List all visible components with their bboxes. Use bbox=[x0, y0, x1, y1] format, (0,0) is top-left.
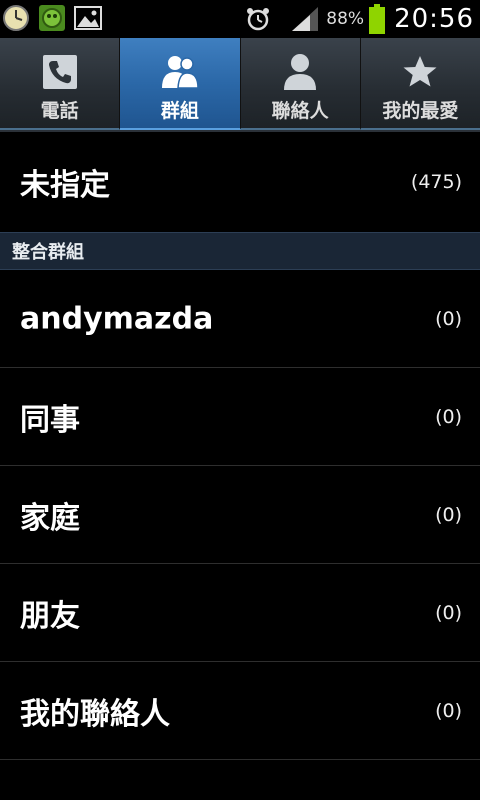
clock-time: 20:56 bbox=[394, 4, 474, 34]
group-count: (0) bbox=[435, 307, 462, 330]
group-list: 未指定 (475) 整合群組 andymazda (0) 同事 (0) 家庭 (… bbox=[0, 132, 480, 760]
tab-favorites[interactable]: 我的最愛 bbox=[360, 38, 480, 130]
group-count: (0) bbox=[435, 503, 462, 526]
group-name: 未指定 bbox=[20, 168, 110, 203]
group-name: 家庭 bbox=[20, 500, 80, 536]
star-icon bbox=[403, 56, 437, 87]
contact-icon bbox=[284, 54, 317, 90]
section-header: 整合群組 bbox=[0, 232, 480, 270]
section-header-label: 整合群組 bbox=[12, 242, 84, 263]
group-name: andymazda bbox=[20, 301, 214, 336]
status-bar: 88% 20:56 bbox=[0, 0, 480, 38]
list-item[interactable]: 我的聯絡人 (0) bbox=[0, 662, 480, 760]
group-count: (0) bbox=[435, 405, 462, 428]
group-name: 我的聯絡人 bbox=[20, 696, 170, 732]
signal-icon bbox=[292, 7, 319, 31]
battery-icon bbox=[369, 4, 386, 34]
tab-contacts[interactable]: 聯絡人 bbox=[240, 38, 361, 130]
list-item[interactable]: 朋友 (0) bbox=[0, 564, 480, 662]
list-item[interactable]: 同事 (0) bbox=[0, 368, 480, 466]
gallery-icon bbox=[74, 6, 102, 30]
group-icon bbox=[161, 56, 199, 89]
list-item-unassigned[interactable]: 未指定 (475) bbox=[0, 132, 480, 232]
tab-contacts-label: 聯絡人 bbox=[271, 100, 329, 122]
tab-phone-label: 電話 bbox=[40, 100, 79, 122]
tab-groups[interactable]: 群組 bbox=[120, 38, 241, 130]
game-app-icon bbox=[39, 5, 65, 31]
tab-groups-label: 群組 bbox=[160, 100, 199, 122]
battery-percentage: 88% bbox=[326, 9, 365, 29]
tab-phone[interactable]: 電話 bbox=[0, 38, 121, 130]
tab-favorites-label: 我的最愛 bbox=[382, 100, 459, 122]
group-name: 同事 bbox=[20, 402, 80, 438]
system-indicators: 88% 20:56 bbox=[244, 2, 474, 36]
list-item[interactable]: andymazda (0) bbox=[0, 270, 480, 368]
tab-bar: 電話 群組 聯絡人 我的最愛 bbox=[0, 38, 480, 132]
phone-icon bbox=[42, 55, 77, 89]
notification-icons bbox=[2, 4, 102, 32]
group-count: (0) bbox=[435, 699, 462, 722]
group-count: (0) bbox=[435, 601, 462, 624]
alarm-icon bbox=[247, 8, 270, 31]
clock-app-icon bbox=[3, 5, 29, 31]
list-item[interactable]: 家庭 (0) bbox=[0, 466, 480, 564]
group-count: (475) bbox=[410, 171, 462, 193]
group-name: 朋友 bbox=[20, 598, 80, 634]
